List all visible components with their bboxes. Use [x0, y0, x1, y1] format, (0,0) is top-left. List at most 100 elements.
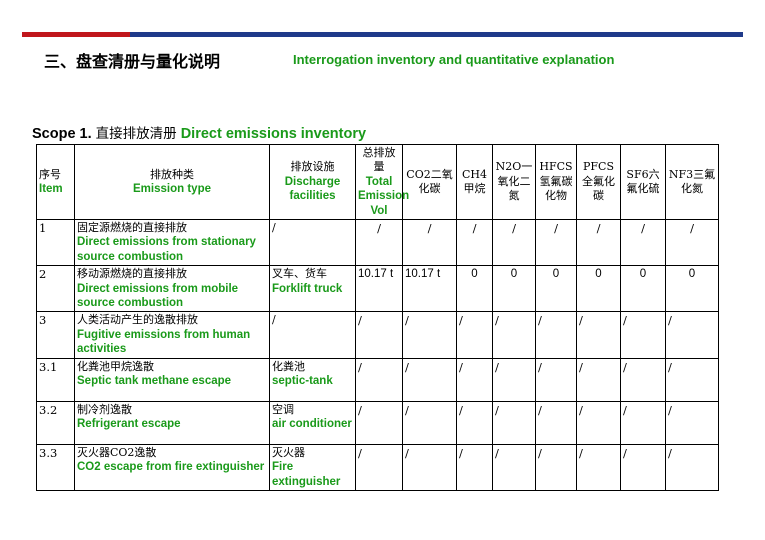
- header-facility: 排放设施 Discharge facilities: [269, 143, 356, 221]
- emission-type-en: Refrigerant escape: [77, 418, 181, 431]
- cell-nf3: /: [665, 400, 719, 445]
- cell-pfcs: /: [576, 357, 621, 402]
- header-n2o: N2O一氧化二氮: [492, 143, 536, 221]
- facility-en: Fire extinguisher: [272, 461, 341, 488]
- table-row: 3.2 制冷剂逸散 Refrigerant escape 空调 air conditio…: [36, 400, 719, 445]
- cell-nf3: /: [665, 311, 719, 359]
- cell-emission-type: 固定源燃烧的直接排放 Direct emissions from stationa…: [74, 219, 270, 267]
- cell-n2o: /: [492, 400, 536, 445]
- cell-facility: /: [269, 219, 356, 267]
- emission-type-cn: 人类活动产生的逸散排放: [77, 313, 198, 327]
- emission-type-cn: 化粪池甲烷逸散: [77, 359, 154, 373]
- cell-co2: /: [402, 311, 457, 359]
- emission-type-cn: 移动源燃烧的直接排放: [77, 267, 187, 281]
- cell-n2o: /: [492, 357, 536, 402]
- header-item: 序号 Item: [36, 143, 75, 221]
- cell-ch4: /: [456, 311, 493, 359]
- header-pfcs: PFCS全氟化碳: [576, 143, 621, 221]
- cell-co2: /: [402, 443, 457, 491]
- cell-hfcs: /: [535, 357, 577, 402]
- cell-sf6: 0: [620, 265, 666, 313]
- cell-hfcs: 0: [535, 265, 577, 313]
- cell-nf3: /: [665, 219, 719, 267]
- cell-total: /: [355, 311, 403, 359]
- emission-type-cn: 固定源燃烧的直接排放: [77, 221, 187, 235]
- cell-item-no: 2: [36, 265, 75, 313]
- cell-total: /: [355, 443, 403, 491]
- facility-en: septic-tank: [272, 375, 333, 388]
- facility-cn: /: [272, 221, 276, 235]
- cell-pfcs: /: [576, 400, 621, 445]
- table-header-row: 序号 Item 排放种类 Emission type 排放设施 Discharg…: [36, 143, 719, 221]
- cell-facility: 灭火器 Fire extinguisher: [269, 443, 356, 491]
- header-hfcs: HFCS氢氟碳化物: [535, 143, 577, 221]
- header-emission-type: 排放种类 Emission type: [74, 143, 270, 221]
- cell-ch4: /: [456, 357, 493, 402]
- cell-n2o: /: [492, 311, 536, 359]
- cell-facility: 空调 air conditioner: [269, 400, 356, 445]
- cell-ch4: 0: [456, 265, 493, 313]
- cell-n2o: /: [492, 443, 536, 491]
- emission-type-en: Direct emissions from mobile source comb…: [77, 282, 239, 310]
- cell-total: 10.17 t: [355, 265, 403, 313]
- cell-sf6: /: [620, 219, 666, 267]
- page-title-en: Interrogation inventory and quantitative…: [293, 52, 615, 67]
- cell-total: /: [355, 400, 403, 445]
- cell-hfcs: /: [535, 311, 577, 359]
- scope-label-en: Direct emissions inventory: [180, 126, 367, 142]
- cell-n2o: 0: [492, 265, 536, 313]
- emission-type-cn: 灭火器CO2逸散: [77, 445, 157, 459]
- facility-cn: 空调: [272, 402, 294, 416]
- facility-cn: /: [272, 313, 276, 327]
- emission-type-en: Fugitive emissions from human activities: [77, 328, 251, 356]
- facility-cn: 叉车、货车: [272, 267, 327, 281]
- cell-hfcs: /: [535, 219, 577, 267]
- cell-nf3: /: [665, 357, 719, 402]
- facility-cn: 灭火器: [272, 445, 305, 459]
- cell-co2: /: [402, 219, 457, 267]
- facility-en: Forklift truck: [272, 282, 343, 295]
- cell-emission-type: 制冷剂逸散 Refrigerant escape: [74, 400, 270, 445]
- scope-heading: Scope 1. 直接排放清册 Direct emissions invento…: [32, 122, 366, 142]
- facility-en: air conditioner: [272, 418, 352, 431]
- cell-emission-type: 化粪池甲烷逸散 Septic tank methane escape: [74, 357, 270, 402]
- cell-hfcs: /: [535, 400, 577, 445]
- cell-emission-type: 人类活动产生的逸散排放 Fugitive emissions from human…: [74, 311, 270, 359]
- cell-item-no: 3.1: [36, 357, 75, 402]
- header-blue-bar: [130, 32, 743, 37]
- cell-sf6: /: [620, 311, 666, 359]
- cell-sf6: /: [620, 357, 666, 402]
- cell-facility: 叉车、货车 Forklift truck: [269, 265, 356, 313]
- header-red-bar: [22, 32, 130, 37]
- inventory-table: 序号 Item 排放种类 Emission type 排放设施 Discharg…: [36, 143, 719, 491]
- cell-total: /: [355, 357, 403, 402]
- cell-total: /: [355, 219, 403, 267]
- cell-facility: 化粪池 septic-tank: [269, 357, 356, 402]
- cell-pfcs: /: [576, 311, 621, 359]
- cell-item-no: 3.2: [36, 400, 75, 445]
- cell-item-no: 3: [36, 311, 75, 359]
- cell-item-no: 1: [36, 219, 75, 267]
- cell-pfcs: 0: [576, 265, 621, 313]
- cell-pfcs: /: [576, 219, 621, 267]
- table-row: 2 移动源燃烧的直接排放 Direct emissions from mobile …: [36, 265, 719, 313]
- cell-facility: /: [269, 311, 356, 359]
- cell-hfcs: /: [535, 443, 577, 491]
- cell-nf3: /: [665, 443, 719, 491]
- header-co2: CO2二氧化碳: [402, 143, 457, 221]
- emission-type-en: CO2 escape from fire extinguisher: [77, 461, 265, 474]
- header-nf3: NF3三氟化氮: [665, 143, 719, 221]
- cell-sf6: /: [620, 443, 666, 491]
- emission-type-en: Septic tank methane escape: [77, 375, 232, 388]
- cell-sf6: /: [620, 400, 666, 445]
- table-row: 3.1 化粪池甲烷逸散 Septic tank methane escape 化粪池 s…: [36, 357, 719, 402]
- table-row: 3.3 灭火器CO2逸散 CO2 escape from fire extingui…: [36, 443, 719, 491]
- page-title-cn: 三、盘查清册与量化说明: [44, 52, 221, 71]
- emission-type-en: Direct emissions from stationary source …: [77, 236, 256, 263]
- table-row: 3 人类活动产生的逸散排放 Fugitive emissions from huma…: [36, 311, 719, 359]
- cell-emission-type: 灭火器CO2逸散 CO2 escape from fire extinguishe…: [74, 443, 270, 491]
- emission-type-cn: 制冷剂逸散: [77, 402, 132, 416]
- cell-co2: /: [402, 357, 457, 402]
- table-row: 1 固定源燃烧的直接排放 Direct emissions from station…: [36, 219, 719, 267]
- cell-co2: /: [402, 400, 457, 445]
